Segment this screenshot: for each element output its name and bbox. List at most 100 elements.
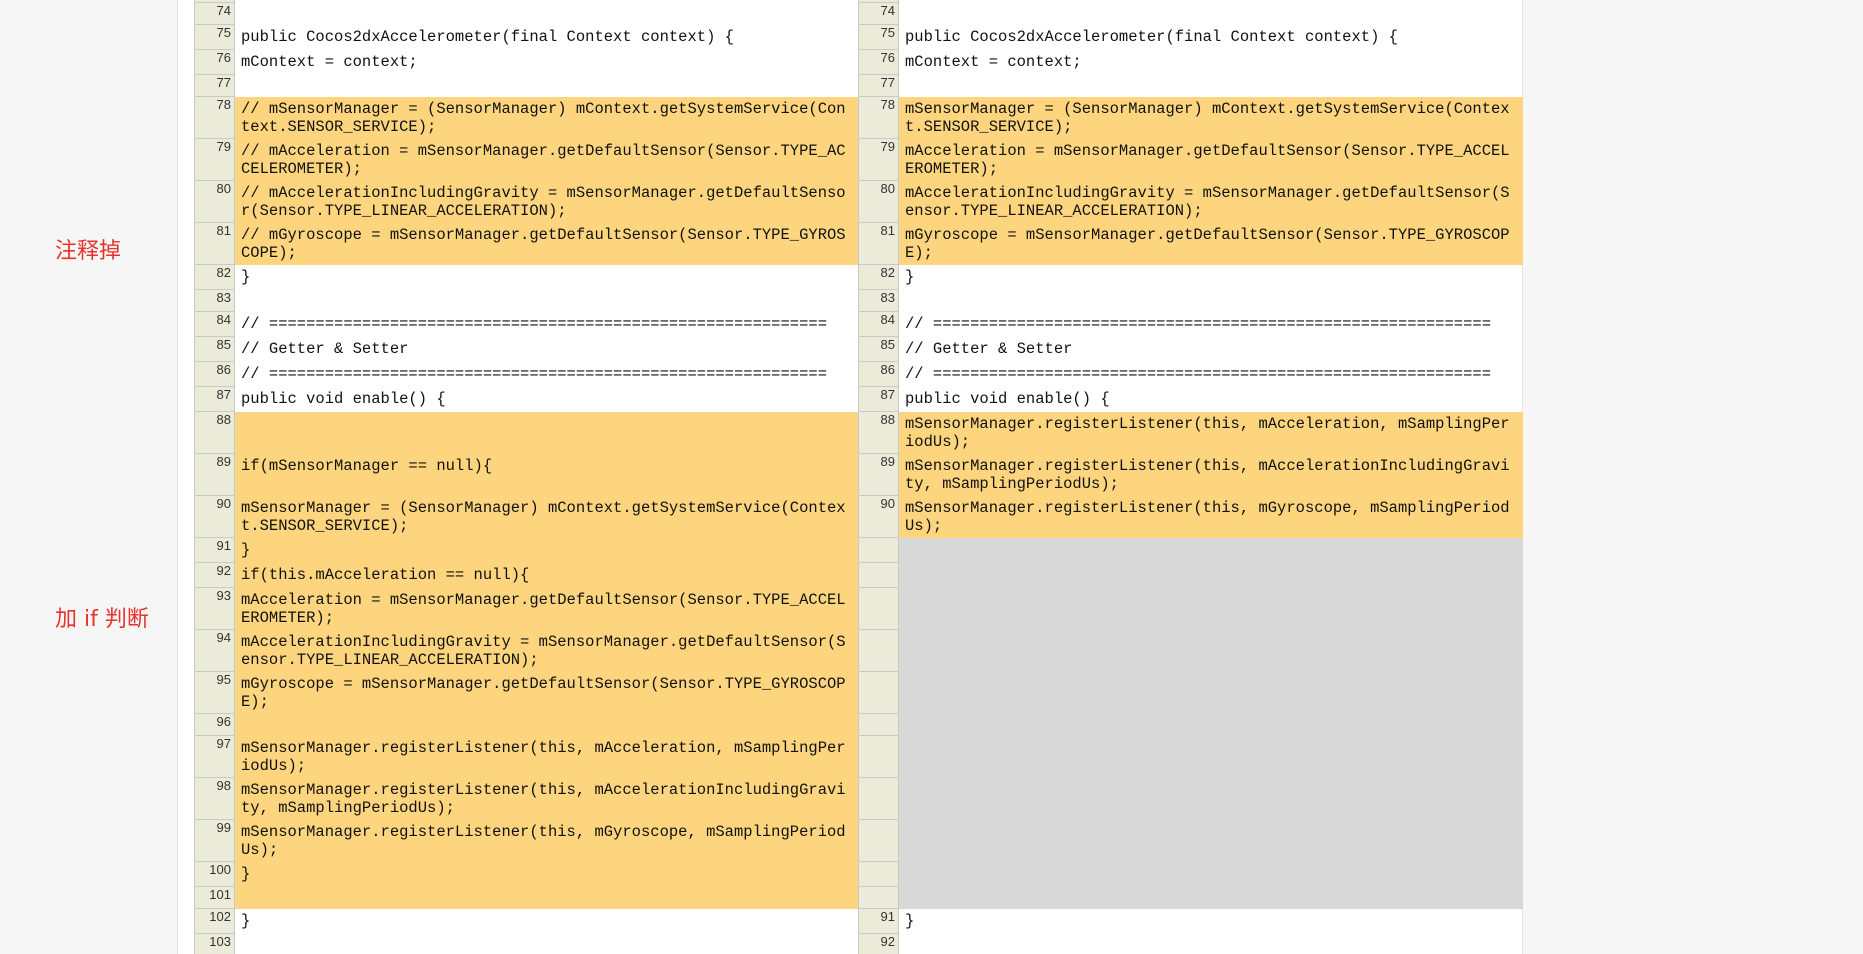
right-code-line: [898, 562, 1523, 588]
left-code-line: [234, 411, 859, 454]
right-line-number: [858, 587, 899, 630]
diff-row: 84 // ===================================…: [194, 311, 1523, 337]
left-line-number: 85: [194, 336, 235, 362]
left-code-line: // mGyroscope = mSensorManager.getDefaul…: [234, 222, 859, 265]
diff-row: 76 mContext = context; 76 mContext = contex…: [194, 49, 1523, 75]
diff-row: 95 mGyroscope = mSensorManager.getDefault…: [194, 671, 1523, 714]
left-line-number: 98: [194, 777, 235, 820]
left-line-number: 82: [194, 264, 235, 290]
diff-table: 73// ===================================…: [194, 0, 1523, 954]
left-line-number: 79: [194, 138, 235, 181]
annotation-comment-out: 注释掉: [55, 239, 122, 264]
right-code-line: [899, 290, 1523, 312]
diff-row: 98 mSensorManager.registerListener(this, …: [194, 777, 1523, 820]
diff-row: 75 public Cocos2dxAccelerometer(final Con…: [194, 24, 1523, 50]
diff-row: 87 public void enable() {87 public void en…: [194, 386, 1523, 412]
left-line-number: 80: [194, 180, 235, 223]
left-line-number: 89: [194, 453, 235, 496]
left-code-line: public Cocos2dxAccelerometer(final Conte…: [241, 27, 734, 46]
right-code-line: mSensorManager = (SensorManager) mContex…: [898, 96, 1523, 139]
left-line-number: 96: [194, 713, 235, 736]
left-code-line: [234, 886, 859, 909]
right-code-line: // =====================================…: [905, 364, 1491, 383]
right-line-number: 92: [858, 933, 899, 954]
diff-row: 89 if(mSensorManager == null){89 mSensorMa…: [194, 453, 1523, 496]
diff-row: 97 mSensorManager.registerListener(this, …: [194, 735, 1523, 778]
diff-row: 94 mAccelerationIncludingGravity = mSenso…: [194, 629, 1523, 672]
right-code-line: [899, 3, 1523, 25]
left-code-line: // =====================================…: [241, 364, 827, 383]
left-line-number: 97: [194, 735, 235, 778]
right-line-number: 89: [858, 453, 899, 496]
left-line-number: 77: [194, 74, 235, 97]
left-line-number: 102: [194, 908, 235, 934]
right-code-line: mGyroscope = mSensorManager.getDefaultSe…: [898, 222, 1523, 265]
right-line-number: 88: [858, 411, 899, 454]
diff-row: 90 mSensorManager = (SensorManager) mCont…: [194, 495, 1523, 538]
right-code-line: mSensorManager.registerListener(this, mA…: [898, 411, 1523, 454]
right-line-number: 75: [858, 24, 899, 50]
right-line-number: 91: [858, 908, 899, 934]
right-line-number: [858, 735, 899, 778]
left-line-number: 88: [194, 411, 235, 454]
left-code-line: mGyroscope = mSensorManager.getDefaultSe…: [234, 671, 859, 714]
right-line-number: 74: [858, 2, 899, 25]
left-code-line: if(mSensorManager == null){: [234, 453, 859, 496]
diff-row: 102} 91}: [194, 908, 1523, 934]
right-line-number: 81: [858, 222, 899, 265]
diff-row: 85 // Getter & Setter 85 // Getter & Setter: [194, 336, 1523, 362]
diff-viewer: 注释掉 加 if 判断 73// =======================…: [0, 0, 1863, 954]
right-code-line: [899, 934, 1523, 954]
left-code-line: }: [241, 267, 251, 286]
left-line-number: 86: [194, 361, 235, 387]
left-line-number: 78: [194, 96, 235, 139]
right-code-line: // Getter & Setter: [905, 339, 1073, 358]
diff-row: 77 77: [194, 74, 1523, 97]
diff-row: 92 if(this.mAcceleration == null){: [194, 562, 1523, 588]
right-line-number: [858, 562, 899, 588]
right-code-line: [898, 671, 1523, 714]
left-line-number: 76: [194, 49, 235, 75]
right-code-line: [898, 819, 1523, 862]
diff-row: 78// mSensorManager = (SensorManager) mC…: [194, 96, 1523, 139]
left-code-line: }: [241, 911, 251, 930]
right-line-number: [858, 629, 899, 672]
right-line-number: 80: [858, 180, 899, 223]
diff-row: 82} 82}: [194, 264, 1523, 290]
left-code-line: mContext = context;: [241, 52, 418, 71]
diff-row: 91}: [194, 537, 1523, 563]
left-line-number: 92: [194, 562, 235, 588]
left-code-line: mSensorManager.registerListener(this, mG…: [234, 819, 859, 862]
right-line-number: 87: [858, 386, 899, 412]
right-code-line: // =====================================…: [905, 314, 1491, 333]
diff-row: 83 83: [194, 289, 1523, 312]
right-code-line: mAccelerationIncludingGravity = mSensorM…: [898, 180, 1523, 223]
left-code-line: if(this.mAcceleration == null){: [234, 562, 859, 588]
right-line-number: 76: [858, 49, 899, 75]
right-line-number: 83: [858, 289, 899, 312]
right-line-number: 77: [858, 74, 899, 97]
left-code-line: [235, 934, 859, 954]
right-code-line: [898, 735, 1523, 778]
right-code-line: }: [905, 267, 915, 286]
left-code-line: [235, 290, 859, 312]
left-code-line: mSensorManager.registerListener(this, mA…: [234, 777, 859, 820]
left-line-number: 83: [194, 289, 235, 312]
diff-row: 99 mSensorManager.registerListener(this, …: [194, 819, 1523, 862]
left-code-line: // mAccelerationIncludingGravity = mSens…: [234, 180, 859, 223]
right-code-line: mContext = context;: [905, 52, 1082, 71]
left-code-line: [235, 75, 859, 97]
right-line-number: 82: [858, 264, 899, 290]
right-line-number: [858, 886, 899, 909]
left-code-line: mSensorManager = (SensorManager) mContex…: [234, 495, 859, 538]
left-code-line: mAccelerationIncludingGravity = mSensorM…: [234, 629, 859, 672]
left-code-line: // mSensorManager = (SensorManager) mCon…: [234, 96, 859, 139]
right-code-line: mAcceleration = mSensorManager.getDefaul…: [898, 138, 1523, 181]
diff-panel: 73// ===================================…: [177, 0, 1523, 954]
right-line-number: 90: [858, 495, 899, 538]
diff-row: 74 74: [194, 2, 1523, 25]
right-line-number: [858, 777, 899, 820]
left-line-number: 75: [194, 24, 235, 50]
left-code-line: [234, 713, 859, 736]
left-line-number: 91: [194, 537, 235, 563]
